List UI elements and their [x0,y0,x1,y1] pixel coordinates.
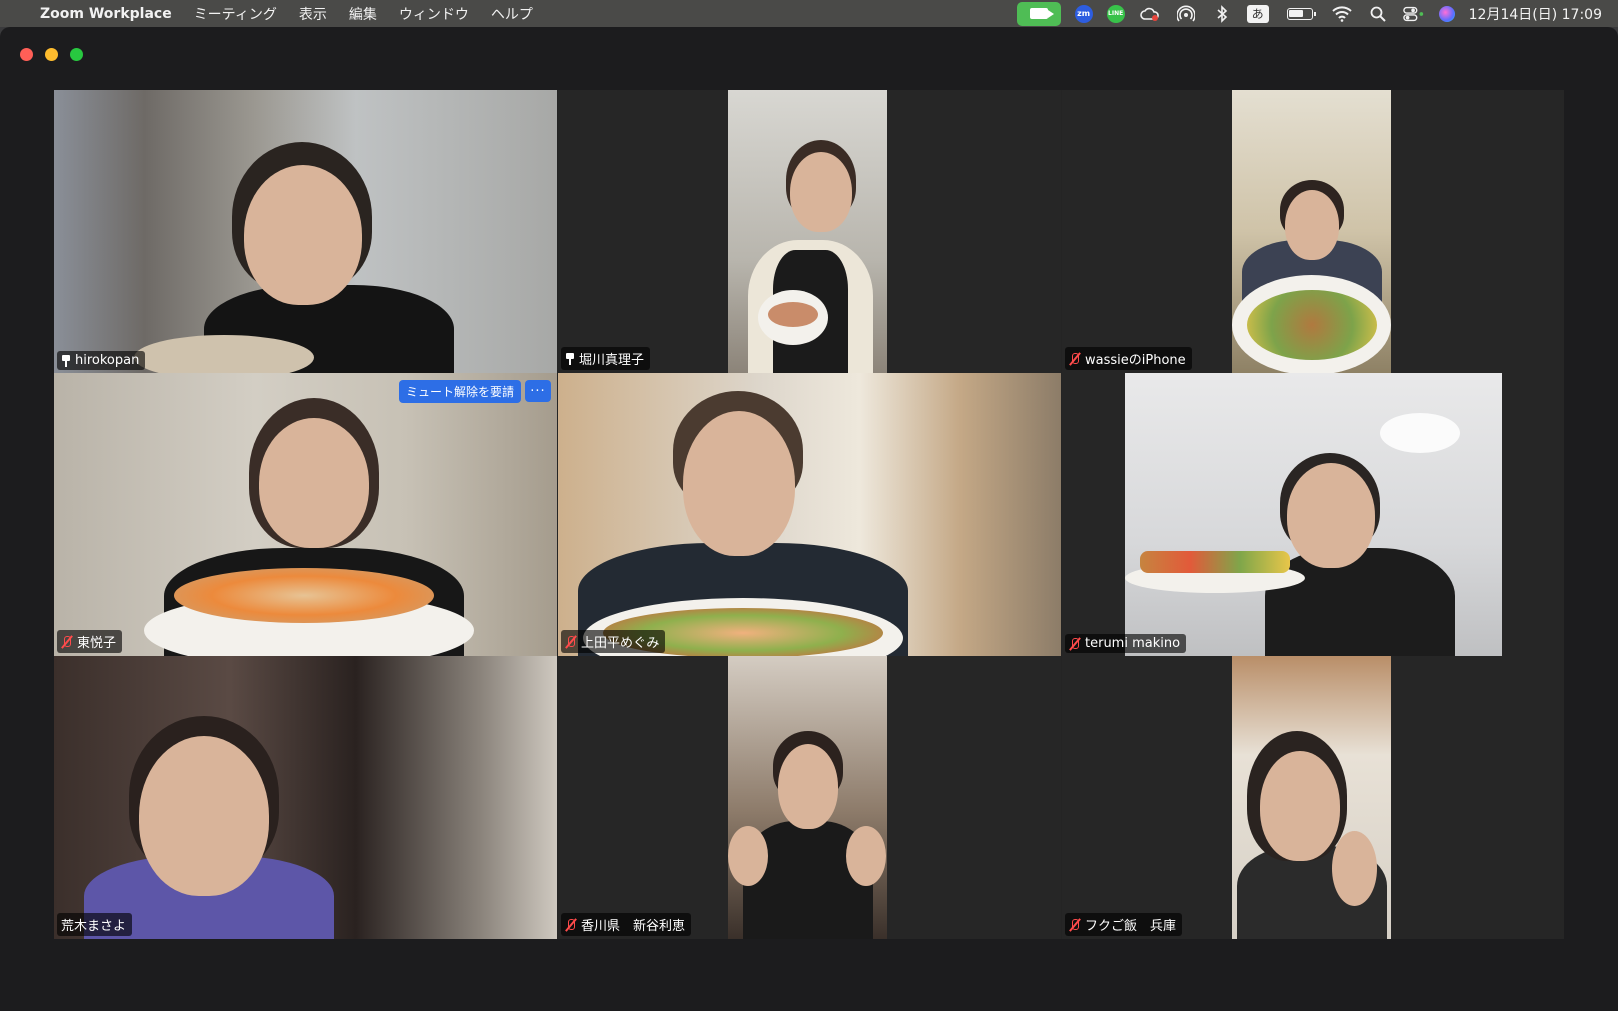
participant-video [558,373,1061,656]
video-tile-horikawa[interactable]: 堀川真理子 [558,90,1061,373]
participant-video [54,90,557,373]
video-tile-wassie[interactable]: wassieのiPhone [1062,90,1564,373]
wifi-icon[interactable] [1331,5,1353,23]
creative-cloud-icon[interactable] [1139,5,1161,23]
bluetooth-icon[interactable] [1211,4,1233,23]
participant-video [1125,373,1502,656]
zoom-meeting-window: hirokopan 堀川真理子 wassieのiPhone ミュート解除を要請 … [0,27,1618,1011]
siri-icon[interactable] [1438,5,1455,22]
pin-icon [565,352,575,365]
participant-video [1232,90,1391,373]
participant-name: 香川県 新谷利恵 [581,919,686,934]
video-tile-araki[interactable]: 荒木まさよ [54,656,557,939]
participant-name: hirokopan [75,353,140,368]
participant-name-tag: hirokopan [57,351,146,370]
mic-off-icon [1069,637,1081,651]
menu-clock[interactable]: 12月14日(日) 17:09 [1469,4,1602,24]
participant-name-tag: 香川県 新谷利恵 [561,913,692,936]
video-tile-fuku[interactable]: フクご飯 兵庫 [1062,656,1564,939]
mic-off-icon [1069,918,1081,932]
app-menu[interactable]: Zoom Workplace [40,6,172,22]
gallery-view: hirokopan 堀川真理子 wassieのiPhone ミュート解除を要請 … [54,90,1564,939]
participant-name-tag: wassieのiPhone [1065,347,1192,370]
participant-name: wassieのiPhone [1085,353,1186,368]
participant-name: 東悦子 [77,636,117,651]
menu-bar: Zoom Workplace ミーティング 表示 編集 ウィンドウ ヘルプ zm… [0,0,1618,27]
zoom-video-status-icon[interactable] [1016,1,1061,26]
participant-name-tag: terumi makino [1065,634,1187,653]
line-app-icon[interactable]: LINE [1106,4,1125,23]
participant-name: terumi makino [1085,636,1181,651]
participant-name-tag: 上田平めぐみ [561,630,666,653]
fullscreen-window-button[interactable] [70,48,83,61]
participant-name-tag: 東悦子 [57,630,123,653]
video-tile-terumi[interactable]: terumi makino [1062,373,1564,656]
participant-name: 上田平めぐみ [581,636,660,651]
window-controls [20,48,83,61]
spotlight-search-icon[interactable] [1367,5,1389,23]
menu-view[interactable]: 表示 [299,4,327,24]
battery-icon[interactable] [1283,5,1317,23]
status-area: zm LINE あ 12月14日(日) 17:09 [1016,0,1602,27]
menu-edit[interactable]: 編集 [349,4,377,24]
mic-off-icon [1069,352,1081,366]
more-options-button[interactable]: ··· [525,380,551,402]
mic-off-icon [565,918,577,932]
participant-name: 堀川真理子 [579,353,645,368]
minimize-window-button[interactable] [45,48,58,61]
close-window-button[interactable] [20,48,33,61]
menu-window[interactable]: ウィンドウ [399,4,469,24]
participant-name-tag: フクご飯 兵庫 [1065,913,1183,936]
input-method-icon[interactable]: あ [1246,4,1269,23]
mic-off-icon [61,635,73,649]
zoom-app-icon[interactable]: zm [1074,4,1093,23]
airdrop-icon[interactable] [1175,5,1197,23]
participant-name: フクご飯 兵庫 [1085,919,1177,934]
participant-video [54,656,557,939]
participant-video [728,90,887,373]
participant-name-tag: 堀川真理子 [561,347,651,370]
participant-video [54,373,557,656]
video-tile-higashi[interactable]: ミュート解除を要請 ··· 東悦子 [54,373,557,656]
participant-name: 荒木まさよ [61,919,127,934]
video-tile-hirokopan[interactable]: hirokopan [54,90,557,373]
menu-meeting[interactable]: ミーティング [194,4,277,24]
menu-help[interactable]: ヘルプ [491,4,533,24]
pin-icon [61,354,71,367]
participant-name-tag: 荒木まさよ [57,913,133,936]
video-tile-uedahira[interactable]: 上田平めぐみ [558,373,1061,656]
participant-video [728,656,887,939]
participant-video [1232,656,1391,939]
mic-off-icon [565,635,577,649]
request-unmute-button[interactable]: ミュート解除を要請 [398,380,521,403]
video-tile-kagawa[interactable]: 香川県 新谷利恵 [558,656,1061,939]
control-center-icon[interactable] [1402,5,1425,23]
